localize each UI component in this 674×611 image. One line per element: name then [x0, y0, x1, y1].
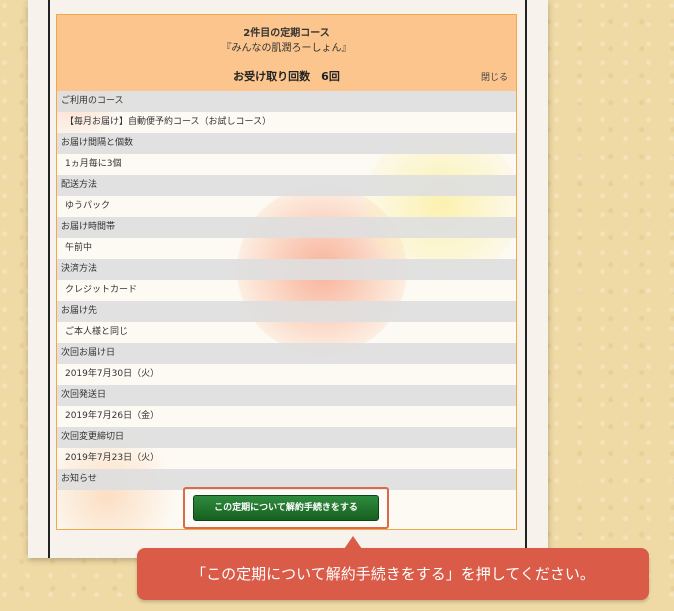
- detail-label: 次回お届け日: [57, 343, 516, 364]
- detail-value: 【毎月お届け】自動便予約コース（お試しコース）: [65, 117, 272, 127]
- detail-value: 午前中: [65, 243, 93, 253]
- detail-value: 2019年7月26日（金）: [65, 411, 160, 421]
- detail-label: お届け先: [57, 301, 516, 322]
- detail-label: 配送方法: [57, 175, 516, 196]
- course-name-title: 『みんなの肌潤ろーしょん』: [221, 43, 352, 54]
- detail-value: ゆうパック: [65, 201, 111, 211]
- instruction-callout: 「この定期について解約手続きをする」を押してください。: [137, 548, 649, 600]
- detail-label: 次回発送日: [57, 385, 516, 406]
- course-index-title: 2件目の定期コース: [243, 28, 330, 39]
- detail-label: お届け間隔と個数: [57, 133, 516, 154]
- right-border-line: [525, 0, 527, 558]
- detail-value: 1ヵ月毎に3個: [65, 159, 122, 169]
- subscription-detail-card: 2件目の定期コース 『みんなの肌潤ろーしょん』 お受け取り回数 6回 閉じる ご…: [56, 14, 517, 530]
- detail-label: 次回変更締切日: [57, 427, 516, 448]
- detail-value: 2019年7月30日（火）: [65, 369, 160, 379]
- close-link[interactable]: 閉じる: [481, 70, 508, 83]
- card-header: 2件目の定期コース 『みんなの肌潤ろーしょん』 お受け取り回数 6回 閉じる: [57, 15, 516, 91]
- detail-label: お届け時間帯: [57, 217, 516, 238]
- detail-label: 決済方法: [57, 259, 516, 280]
- receive-count: お受け取り回数 6回: [233, 70, 340, 83]
- detail-value: クレジットカード: [65, 285, 138, 295]
- detail-label: ご利用のコース: [57, 91, 516, 112]
- left-border-line: [48, 0, 50, 558]
- detail-value: 2019年7月23日（火）: [65, 453, 160, 463]
- cancel-subscription-button[interactable]: この定期について解約手続きをする: [193, 495, 379, 521]
- detail-value: ご本人様と同じ: [65, 327, 129, 337]
